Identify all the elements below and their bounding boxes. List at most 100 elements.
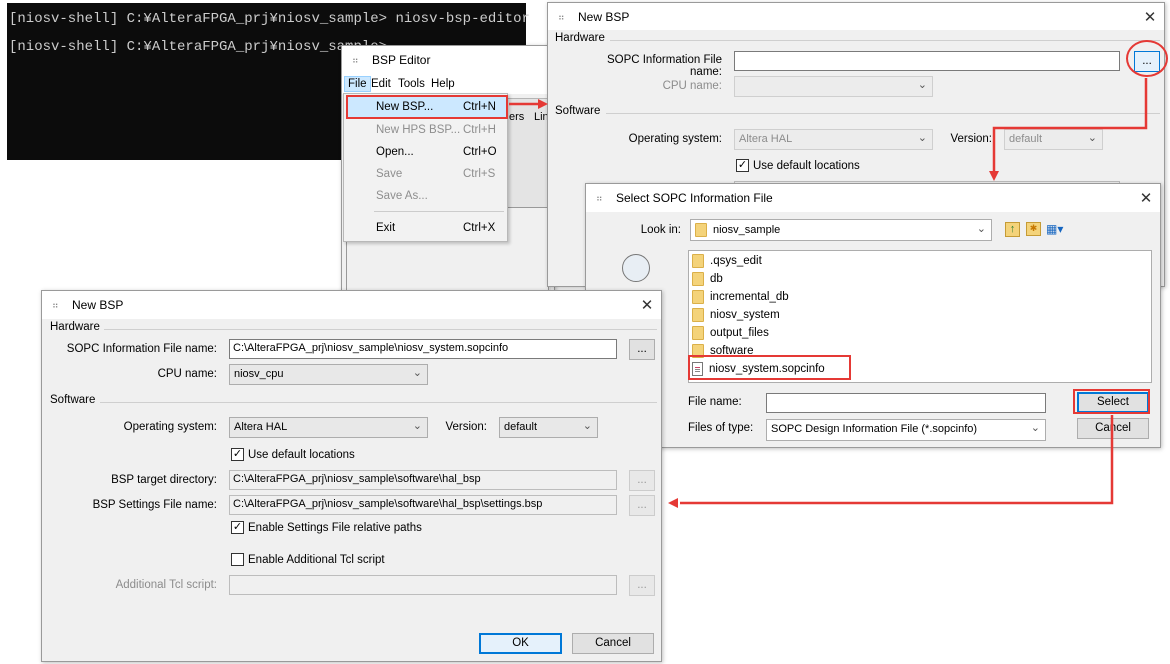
version-select[interactable]: default ⌄ [1004, 129, 1103, 150]
target-dir-label: BSP target directory: [111, 474, 217, 486]
list-item-label: .qsys_edit [710, 255, 762, 267]
folder-icon [692, 290, 704, 304]
list-item[interactable]: incremental_db [692, 288, 789, 306]
menu-help[interactable]: Help [431, 78, 455, 90]
menu-item-shortcut: Ctrl+S [463, 168, 496, 180]
folder-icon [692, 272, 704, 286]
hardware-section-label: Hardware [555, 32, 605, 44]
checkmark-icon: ✓ [736, 159, 749, 172]
menu-edit[interactable]: Edit [371, 78, 391, 90]
software-section-label: Software [50, 394, 96, 406]
menu-item-open[interactable]: Open... Ctrl+O [346, 142, 506, 164]
version-label: Version: [445, 421, 487, 433]
highlight-new-bsp [346, 95, 508, 119]
sopc-browse-button[interactable]: ... [629, 339, 655, 360]
ok-button[interactable]: OK [479, 633, 562, 654]
highlight-sopcinfo [688, 355, 851, 380]
additional-tcl-checkbox[interactable]: Enable Additional Tcl script [231, 553, 385, 566]
checkmark-icon: ✓ [231, 521, 244, 534]
target-dir-browse-button[interactable]: ... [629, 470, 655, 491]
chevron-down-icon: ⌄ [582, 420, 592, 432]
menu-item-save[interactable]: Save Ctrl+S [346, 164, 506, 186]
cancel-button[interactable]: Cancel [572, 633, 654, 654]
up-folder-icon[interactable]: ↑ [1005, 222, 1020, 237]
version-select[interactable]: default ⌄ [499, 417, 598, 438]
folder-icon [695, 223, 707, 237]
list-item[interactable]: niosv_system [692, 306, 780, 324]
checkbox-label: Enable Additional Tcl script [248, 553, 385, 566]
arrow-head [668, 498, 678, 508]
dialog-titlebar: ⠶ Select SOPC Information File ✕ [586, 184, 1160, 212]
sopc-file-label: SOPC Information File name: [606, 54, 722, 78]
tab-fragment[interactable]: ers [509, 111, 524, 123]
use-default-locations-checkbox[interactable]: ✓ Use default locations [231, 448, 355, 461]
close-icon[interactable]: ✕ [1132, 189, 1160, 207]
tcl-script-label: Additional Tcl script: [115, 579, 217, 591]
version-value: default [504, 421, 538, 433]
menu-separator [374, 211, 504, 212]
menu-item-new-hps-bsp[interactable]: New HPS BSP... Ctrl+H [346, 120, 506, 142]
list-item-label: output_files [710, 327, 769, 339]
version-value: default [1009, 133, 1043, 145]
menu-file[interactable]: File [344, 76, 371, 92]
terminal-line: [niosv-shell] C:¥AlteraFPGA_prj¥niosv_sa… [9, 11, 530, 27]
tcl-browse-button[interactable]: ... [629, 575, 655, 596]
menu-item-shortcut: Ctrl+O [463, 146, 497, 158]
cpu-name-select[interactable]: niosv_cpu ⌄ [229, 364, 428, 385]
app-icon: ⠶ [558, 11, 565, 22]
menu-item-exit[interactable]: Exit Ctrl+X [346, 218, 506, 240]
app-icon: ⠶ [52, 300, 59, 310]
file-name-input[interactable] [766, 393, 1046, 413]
target-dir-input[interactable]: C:\AlteraFPGA_prj\niosv_sample\software\… [229, 470, 617, 490]
list-item-label: incremental_db [710, 291, 789, 303]
folder-icon [692, 308, 704, 322]
checkbox-label: Enable Settings File relative paths [248, 521, 422, 534]
settings-file-input[interactable]: C:\AlteraFPGA_prj\niosv_sample\software\… [229, 495, 617, 515]
os-select[interactable]: Altera HAL ⌄ [229, 417, 428, 438]
chevron-down-icon: ⌄ [917, 132, 927, 144]
new-folder-icon[interactable]: ✱ [1026, 222, 1041, 236]
list-item-label: niosv_system [710, 309, 780, 321]
list-item[interactable]: output_files [692, 324, 769, 342]
new-bsp-dialog-filled: ⠶ New BSP ✕ Hardware SOPC Information Fi… [41, 290, 662, 662]
cpu-name-select[interactable]: ⌄ [734, 76, 933, 97]
close-icon[interactable]: ✕ [1136, 8, 1164, 26]
menu-tools[interactable]: Tools [398, 78, 425, 90]
use-default-locations-checkbox[interactable]: ✓ Use default locations [736, 159, 860, 172]
list-item[interactable]: .qsys_edit [692, 252, 762, 270]
tcl-script-input[interactable] [229, 575, 617, 595]
checkbox-box [231, 553, 244, 566]
highlight-select [1073, 389, 1150, 414]
menu-item-save-as[interactable]: Save As... [346, 186, 506, 208]
view-menu-icon[interactable]: ▦▾ [1046, 222, 1068, 236]
dialog-titlebar: ⠶ New BSP ✕ [548, 3, 1164, 30]
look-in-label: Look in: [640, 224, 681, 236]
cancel-button[interactable]: Cancel [1077, 418, 1149, 439]
list-item[interactable]: db [692, 270, 723, 288]
dialog-title: Select SOPC Information File [616, 191, 773, 205]
close-icon[interactable]: ✕ [633, 296, 661, 314]
relative-paths-checkbox[interactable]: ✓ Enable Settings File relative paths [231, 521, 422, 534]
sopc-file-label: SOPC Information File name: [66, 343, 217, 355]
chevron-down-icon: ⌄ [1030, 422, 1040, 434]
menu-item-label: Save As... [376, 190, 428, 202]
sopc-file-input[interactable]: C:\AlteraFPGA_prj\niosv_sample\niosv_sys… [229, 339, 617, 359]
section-divider [104, 329, 657, 330]
os-value: Altera HAL [739, 133, 793, 145]
checkmark-icon: ✓ [231, 448, 244, 461]
sopc-file-input[interactable] [734, 51, 1120, 71]
chevron-down-icon: ⌄ [412, 367, 422, 379]
os-select[interactable]: Altera HAL ⌄ [734, 129, 933, 150]
settings-file-browse-button[interactable]: ... [629, 495, 655, 516]
files-of-type-select[interactable]: SOPC Design Information File (*.sopcinfo… [766, 419, 1046, 441]
folder-icon [692, 254, 704, 268]
files-of-type-label: Files of type: [688, 422, 754, 434]
look-in-select[interactable]: niosv_sample ⌄ [690, 219, 992, 241]
menu-item-label: Save [376, 168, 403, 180]
dialog-title: New BSP [578, 9, 630, 24]
version-label: Version: [950, 133, 992, 145]
dialog-titlebar: ⠶ New BSP ✕ [42, 291, 661, 319]
cpu-name-value: niosv_cpu [234, 368, 284, 380]
os-value: Altera HAL [234, 421, 288, 433]
os-label: Operating system: [123, 421, 217, 433]
